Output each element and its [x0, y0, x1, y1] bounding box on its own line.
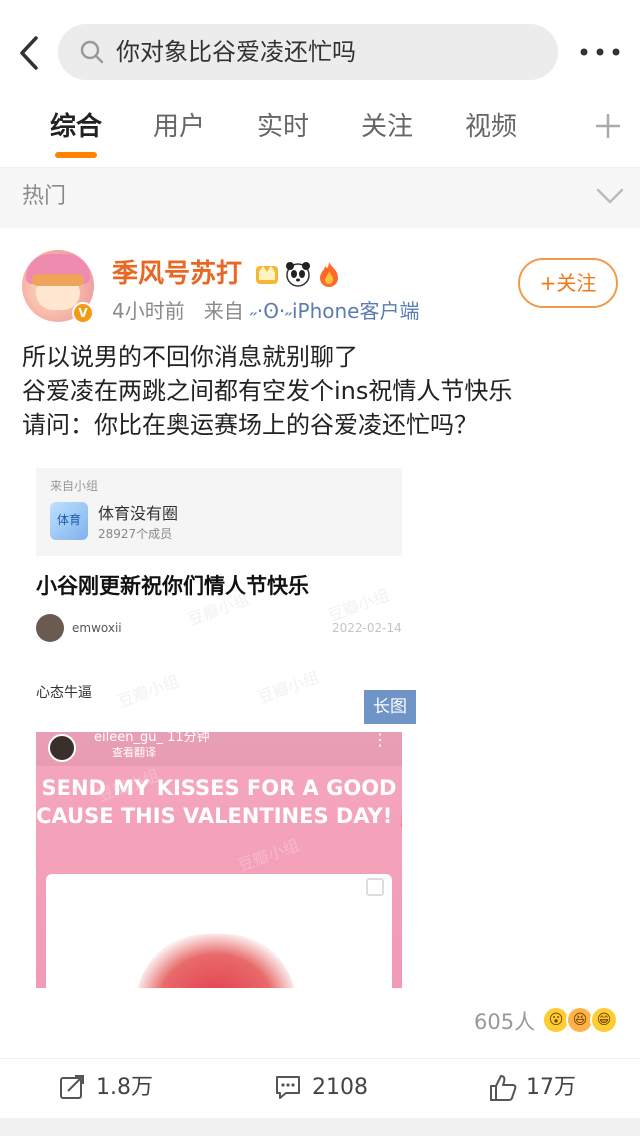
tab-users[interactable]: 用户: [153, 110, 205, 144]
chevron-down-icon[interactable]: [596, 186, 624, 206]
group-info: 来自小组 体育 体育没有圈 28927个成员: [36, 468, 402, 556]
active-tab-indicator: [55, 152, 97, 158]
post-text-line: 谷爱凌在两跳之间都有空发个ins祝情人节快乐: [22, 377, 513, 405]
long-image-badge: 长图: [364, 690, 416, 724]
search-icon: [80, 40, 104, 64]
more-options-icon[interactable]: [578, 44, 622, 60]
card-title: 小谷刚更新祝你们情人节快乐: [36, 574, 309, 598]
watermark: 豆瓣小组: [235, 835, 302, 876]
group-from-label: 来自小组: [50, 479, 99, 493]
tab-videos[interactable]: 视频: [465, 110, 517, 144]
translate-label: 查看翻译: [112, 746, 156, 759]
like-button[interactable]: 17万: [488, 1071, 608, 1105]
share-icon: [60, 1075, 84, 1099]
repost-count: 1.8万: [96, 1075, 153, 1100]
grin-emoji-icon: 😁: [590, 1006, 618, 1034]
image-caption-line: SEND MY KISSES FOR A GOOD: [41, 776, 397, 800]
post-time: 4小时前: [112, 299, 185, 323]
search-query[interactable]: 你对象比谷爱凌还忙吗: [116, 38, 356, 66]
comment-count: 2108: [312, 1075, 368, 1100]
tab-realtime[interactable]: 实时: [257, 110, 309, 144]
image-caption-line: CAUSE THIS VALENTINES DAY! 💋: [36, 804, 402, 828]
image-user-avatar: [48, 734, 76, 762]
group-icon-text: 体育: [56, 513, 81, 527]
group-name: 体育没有圈: [98, 504, 179, 523]
tab-comprehensive[interactable]: 综合: [50, 110, 102, 144]
checkbox-icon: [366, 878, 384, 896]
post-text-line: 请问：你比在奥运赛场上的谷爱凌还忙吗？: [22, 411, 478, 439]
action-bar: 1.8万 2108 17万: [0, 1058, 640, 1118]
weibo-post: V 季风号苏打 4小时前 来自 ˶·ʘ·˶iPhone客户端 +关注 所以说男的…: [0, 228, 640, 1136]
watermark: 豆瓣小组: [255, 667, 322, 708]
post-source[interactable]: ˶·ʘ·˶iPhone客户端: [250, 299, 419, 323]
add-tab-icon[interactable]: [594, 112, 622, 140]
image-caption: SEND MY KISSES FOR A GOOD CAUSE THIS VAL…: [36, 774, 402, 830]
hot-section-header[interactable]: 热门: [0, 168, 640, 228]
group-icon: 体育: [50, 502, 88, 540]
card-author: emwoxii: [72, 621, 122, 635]
like-count: 17万: [526, 1075, 576, 1100]
post-text-line: 所以说男的不回你消息就别聊了: [22, 343, 358, 371]
search-bar[interactable]: 你对象比谷爱凌还忙吗: [58, 24, 558, 80]
group-members: 28927个成员: [98, 527, 173, 541]
tab-following[interactable]: 关注: [361, 110, 413, 144]
back-arrow-icon[interactable]: [14, 34, 44, 72]
bottom-divider: [0, 1118, 640, 1136]
comment-icon: [276, 1076, 300, 1099]
post-text: 所以说男的不回你消息就别聊了 谷爱凌在两跳之间都有空发个ins祝情人节快乐 请问…: [22, 340, 622, 442]
username[interactable]: 季风号苏打: [112, 258, 242, 290]
card-author-avatar: [36, 614, 64, 642]
panda-badge-icon: [286, 262, 310, 287]
crown-badge-icon: [256, 266, 278, 284]
hot-label: 热门: [22, 184, 67, 209]
image-header: [36, 732, 402, 766]
from-label: 来自: [203, 299, 244, 323]
reaction-count[interactable]: 605人: [474, 1008, 535, 1036]
post-meta: 4小时前 来自 ˶·ʘ·˶iPhone客户端: [112, 298, 419, 324]
top-bar: 你对象比谷爱凌还忙吗: [0, 0, 640, 96]
instagram-image[interactable]: eileen_gu_ 11分钟 查看翻译 ⋮ SEND MY KISSES FO…: [36, 732, 402, 988]
thumbs-up-icon: [490, 1075, 517, 1101]
card-subtitle: 心态牛逼: [36, 685, 92, 701]
fire-badge-icon: [320, 262, 338, 287]
verified-badge-icon: V: [72, 302, 94, 324]
embedded-screenshot[interactable]: 来自小组 体育 体育没有圈 28927个成员 小谷刚更新祝你们情人节快乐 emw…: [36, 468, 416, 988]
image-username: eileen_gu_ 11分钟: [94, 732, 210, 745]
repost-button[interactable]: 1.8万: [58, 1071, 178, 1105]
watermark: 豆瓣小组: [115, 671, 182, 712]
image-more-icon: ⋮: [372, 732, 388, 749]
follow-button[interactable]: +关注: [518, 258, 618, 308]
comment-button[interactable]: 2108: [274, 1071, 394, 1105]
tab-bar: 综合 用户 实时 关注 视频: [0, 96, 640, 168]
